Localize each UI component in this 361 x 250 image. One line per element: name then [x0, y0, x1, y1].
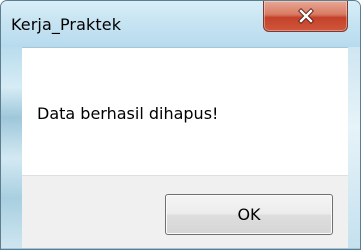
window-frame-right	[348, 47, 360, 249]
ok-button[interactable]: OK	[165, 194, 333, 235]
dialog-message: Data berhasil dihapus!	[37, 104, 219, 123]
close-icon	[297, 8, 314, 24]
window-frame-bottom	[1, 248, 360, 249]
title-bar[interactable]: Kerja_Praktek	[1, 1, 360, 47]
close-button[interactable]	[263, 1, 348, 32]
window-title: Kerja_Praktek	[11, 15, 122, 34]
window-frame-left	[1, 47, 22, 249]
dialog-content: Data berhasil dihapus! OK	[22, 47, 348, 248]
message-dialog-window: Kerja_Praktek Data berhasil dihapus! OK	[0, 0, 361, 250]
dialog-button-area: OK	[22, 175, 348, 248]
